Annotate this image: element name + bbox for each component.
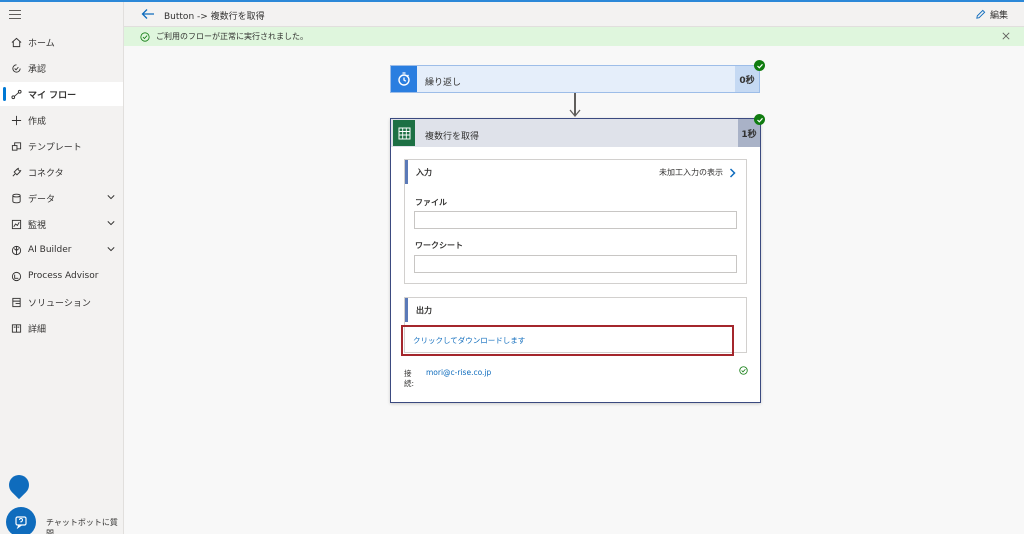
sidebar-item-connectors[interactable]: コネクタ (0, 160, 123, 184)
output-section-header: 出力 (405, 298, 746, 322)
back-arrow-icon[interactable] (141, 8, 155, 20)
sidebar-item-label: 承認 (28, 64, 47, 75)
location-pin-icon (4, 470, 34, 500)
loop-step-card[interactable]: 繰り返し 0秒 (390, 65, 760, 93)
success-check-icon (754, 114, 765, 125)
sidebar-item-label: コネクタ (28, 168, 64, 179)
sidebar-item-label: Process Advisor (28, 271, 99, 281)
sidebar-item-approvals[interactable]: 承認 (0, 56, 123, 80)
edit-button[interactable]: 編集 (975, 8, 1008, 21)
connection-check-icon (739, 366, 748, 375)
sidebar-item-label: テンプレート (28, 142, 82, 153)
edit-label: 編集 (989, 11, 1008, 21)
success-check-icon (140, 31, 150, 42)
home-icon (10, 36, 22, 48)
connection-account[interactable]: mori@c-rise.co.jp (426, 368, 491, 377)
file-field[interactable] (414, 211, 737, 229)
process-advisor-icon (10, 270, 22, 282)
connection-label-line2: 続: (404, 379, 415, 388)
sidebar-item-templates[interactable]: テンプレート (0, 134, 123, 158)
sidebar-item-home[interactable]: ホーム (0, 30, 123, 54)
connector-icon (10, 166, 22, 178)
plus-icon (10, 114, 22, 126)
pencil-icon (976, 9, 986, 19)
download-highlight-box: クリックしてダウンロードします (401, 325, 734, 356)
template-icon (10, 140, 22, 152)
raw-input-label: 未加工入力の表示 (659, 168, 723, 177)
file-field-label: ファイル (415, 198, 447, 207)
breadcrumb: Button -> 複数行を取得 (164, 12, 265, 22)
sidebar-item-label: 監視 (28, 220, 47, 231)
sidebar-item-label: データ (28, 194, 56, 205)
section-title: 出力 (416, 305, 432, 315)
solution-icon (10, 296, 22, 308)
page-header: Button -> 複数行を取得 編集 (124, 2, 1024, 27)
approval-icon (10, 62, 22, 74)
chatbot-label[interactable]: チャットボットに質問 (46, 517, 123, 534)
book-icon (10, 322, 22, 334)
sidebar-item-my-flows[interactable]: マイ フロー (0, 82, 123, 106)
success-check-icon (754, 60, 765, 71)
flow-icon (10, 88, 22, 100)
timer-icon (391, 66, 417, 92)
excel-sheet-icon (393, 120, 415, 146)
sidebar-item-label: ホーム (28, 38, 55, 49)
sidebar-item-label: AI Builder (28, 245, 72, 255)
step-title: 繰り返し (425, 78, 462, 88)
step-header[interactable]: 複数行を取得 1秒 (391, 119, 760, 147)
chevron-down-icon[interactable] (107, 219, 115, 227)
sidebar-item-label: ソリューション (28, 298, 91, 309)
chatbot-icon (15, 516, 27, 529)
sidebar-item-learn[interactable]: 詳細 (0, 316, 123, 340)
sidebar-item-label: マイ フロー (28, 90, 77, 101)
sidebar-item-ai-builder[interactable]: AI Builder (0, 238, 123, 262)
sidebar-item-solutions[interactable]: ソリューション (0, 290, 123, 314)
get-rows-step-card[interactable]: 複数行を取得 1秒 入力 未加工入力の表示 ファイル ワークシート 出力 クリッ… (390, 118, 761, 403)
sidebar-item-create[interactable]: 作成 (0, 108, 123, 132)
worksheet-field-label: ワークシート (415, 241, 463, 250)
hamburger-menu-icon[interactable] (9, 10, 21, 20)
chatbot-button[interactable] (6, 507, 36, 534)
close-icon[interactable] (1002, 32, 1010, 40)
success-banner: ご利用のフローが正常に実行されました。 (124, 27, 1024, 46)
monitor-icon (10, 218, 22, 230)
section-title: 入力 (416, 167, 432, 177)
sidebar-item-monitor[interactable]: 監視 (0, 212, 123, 236)
input-section-header: 入力 未加工入力の表示 (405, 160, 746, 184)
input-section: 入力 未加工入力の表示 ファイル ワークシート (404, 159, 747, 284)
sidebar: ホーム 承認 マイ フロー 作成 テンプレート コネクタ データ 監視 AI B… (0, 2, 124, 534)
sidebar-item-label: 作成 (28, 116, 47, 127)
show-raw-input-link[interactable]: 未加工入力の表示 (659, 167, 736, 178)
ai-builder-icon (10, 244, 22, 256)
database-icon (10, 192, 22, 204)
sidebar-item-label: 詳細 (28, 324, 47, 335)
step-title: 複数行を取得 (425, 132, 480, 142)
download-link[interactable]: クリックしてダウンロードします (413, 335, 525, 346)
flow-canvas: 繰り返し 0秒 複数行を取得 1秒 入力 未加工入力の表示 ファイル ワークシー… (124, 46, 1024, 534)
chevron-down-icon[interactable] (107, 245, 115, 253)
banner-message: ご利用のフローが正常に実行されました。 (156, 32, 308, 41)
worksheet-field[interactable] (414, 255, 737, 273)
arrow-down-icon (569, 109, 581, 118)
chevron-down-icon[interactable] (107, 193, 115, 201)
sidebar-item-data[interactable]: データ (0, 186, 123, 210)
sidebar-item-process-advisor[interactable]: Process Advisor (0, 264, 123, 288)
chevron-right-icon (729, 167, 736, 178)
